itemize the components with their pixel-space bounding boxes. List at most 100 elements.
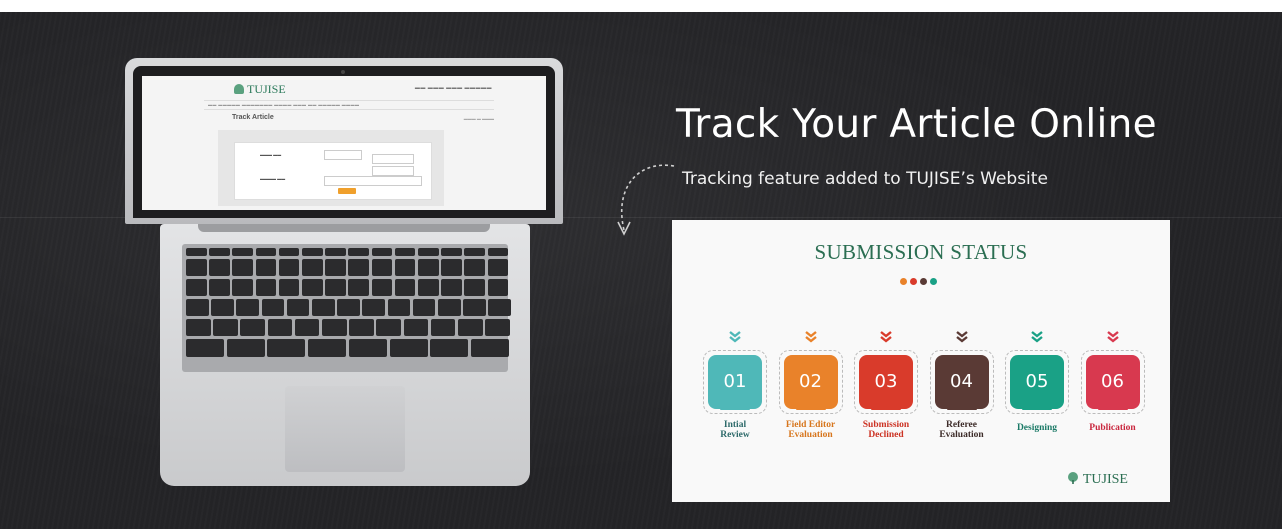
site-form-input	[324, 176, 422, 186]
keyboard-key	[441, 279, 462, 296]
keyboard-key	[302, 259, 323, 276]
dot	[900, 278, 907, 285]
site-form-label: ▬▬▬▬ ▬▬	[260, 176, 286, 181]
site-logo: TUJISE	[234, 82, 286, 97]
site-form-input	[372, 166, 414, 176]
step-label-line1: Publication	[1089, 423, 1136, 433]
chevron-down-icon	[880, 331, 892, 343]
keyboard-key	[348, 339, 387, 357]
keyboard-key	[308, 339, 347, 357]
keyboard-key	[441, 248, 462, 256]
card-logo-text: TUJISE	[1082, 472, 1128, 487]
curved-arrow-icon	[617, 164, 675, 236]
keyboard-key	[302, 279, 323, 296]
keyboard-key	[487, 259, 509, 276]
step-number: 03	[859, 355, 913, 409]
site-page-title: Track Article	[232, 114, 274, 121]
step-tile-frame: 05	[1005, 350, 1069, 414]
card-logo: TUJISE	[1066, 472, 1128, 488]
keyboard-key	[278, 248, 300, 256]
keyboard-key	[371, 259, 393, 276]
keyboard-key	[337, 299, 360, 316]
keyboard-key	[186, 248, 207, 256]
keyboard-key	[430, 339, 469, 357]
keyboard-key	[236, 299, 259, 316]
keyboard-key	[412, 299, 436, 316]
chevron-down-icon	[729, 331, 741, 343]
step-number: 05	[1010, 355, 1064, 409]
keyboard-key	[418, 279, 439, 296]
keyboard-key	[232, 259, 253, 276]
keyboard-key	[394, 279, 416, 296]
keyboard-key	[232, 279, 253, 296]
keyboard-key	[487, 279, 509, 296]
subheadline: Tracking feature added to TUJISE’s Websi…	[682, 169, 1048, 189]
keyboard-key	[464, 259, 485, 276]
keyboard-key	[348, 279, 369, 296]
step-label: Publication	[1069, 423, 1157, 433]
keyboard-key	[349, 319, 374, 336]
step-tile-frame: 02	[778, 350, 843, 414]
step-number: 04	[934, 355, 989, 409]
keyboard-key	[464, 279, 485, 296]
laptop-display: TUJISE ▬▬ ▬▬▬ ▬▬▬ ▬▬▬▬▬ ▬▬ ▬▬▬▬▬ ▬▬▬▬▬▬▬…	[142, 76, 546, 210]
step-tile-frame: 03	[854, 350, 918, 414]
trackpad	[285, 386, 405, 472]
keyboard-key	[488, 299, 511, 316]
step-tile-bar	[795, 407, 826, 410]
keyboard-key	[255, 279, 277, 296]
site-nav: ▬▬ ▬▬▬▬▬ ▬▬▬▬▬▬▬ ▬▬▬▬ ▬▬▬ ▬▬ ▬▬▬▬▬ ▬▬▬▬	[204, 100, 494, 110]
keyboard-key	[209, 259, 230, 276]
keyboard-key	[232, 248, 253, 256]
keyboard-key	[325, 248, 346, 256]
banner: TUJISE ▬▬ ▬▬▬ ▬▬▬ ▬▬▬▬▬ ▬▬ ▬▬▬▬▬ ▬▬▬▬▬▬▬…	[0, 12, 1282, 529]
step-tile-frame: 04	[929, 350, 994, 414]
dot	[910, 278, 917, 285]
keyboard-key	[186, 279, 207, 296]
step-tile-bar	[946, 407, 977, 410]
keyboard-key	[312, 299, 335, 316]
keyboard-key	[441, 259, 462, 276]
keyboard-key	[278, 259, 300, 276]
site-form-input	[372, 154, 414, 164]
site-submit-button	[338, 188, 356, 194]
keyboard-key	[186, 319, 211, 336]
laptop-hinge	[198, 224, 490, 232]
keyboard-key	[371, 279, 393, 296]
step-tile-frame: 01	[703, 350, 767, 414]
keyboard-key	[211, 299, 234, 316]
keyboard-key	[255, 248, 277, 256]
keyboard-key	[371, 248, 393, 256]
chevron-down-icon	[1031, 331, 1043, 343]
step-tile-bar	[1097, 407, 1128, 410]
keyboard-key	[418, 259, 439, 276]
keyboard	[182, 244, 511, 372]
keyboard-key	[362, 299, 385, 316]
keyboard-key	[389, 339, 428, 357]
keyboard-key	[322, 319, 347, 336]
step-tile-bar	[1022, 407, 1052, 410]
camera-icon	[341, 70, 345, 74]
keyboard-key	[348, 248, 369, 256]
step-number: 01	[708, 355, 762, 409]
chevron-down-icon	[955, 331, 968, 343]
keyboard-key	[255, 259, 277, 276]
keyboard-key	[394, 248, 416, 256]
keyboard-key	[302, 248, 323, 256]
keyboard-key	[387, 299, 411, 316]
keyboard-key	[394, 259, 416, 276]
site-top-links: ▬▬ ▬▬▬ ▬▬▬ ▬▬▬▬▬	[414, 85, 492, 91]
status-card: SUBMISSION STATUS 01 Intial Review 02 Field …	[672, 220, 1170, 502]
keyboard-key	[418, 248, 439, 256]
keyboard-key	[348, 259, 369, 276]
dot	[930, 278, 937, 285]
keyboard-key	[240, 319, 265, 336]
keyboard-key	[464, 248, 485, 256]
keyboard-key	[325, 279, 346, 296]
site-form-select	[324, 150, 362, 160]
tree-icon	[234, 84, 244, 94]
step-tile-bar	[871, 407, 901, 410]
keyboard-key	[430, 319, 456, 336]
keyboard-key	[463, 299, 486, 316]
keyboard-key	[209, 248, 230, 256]
